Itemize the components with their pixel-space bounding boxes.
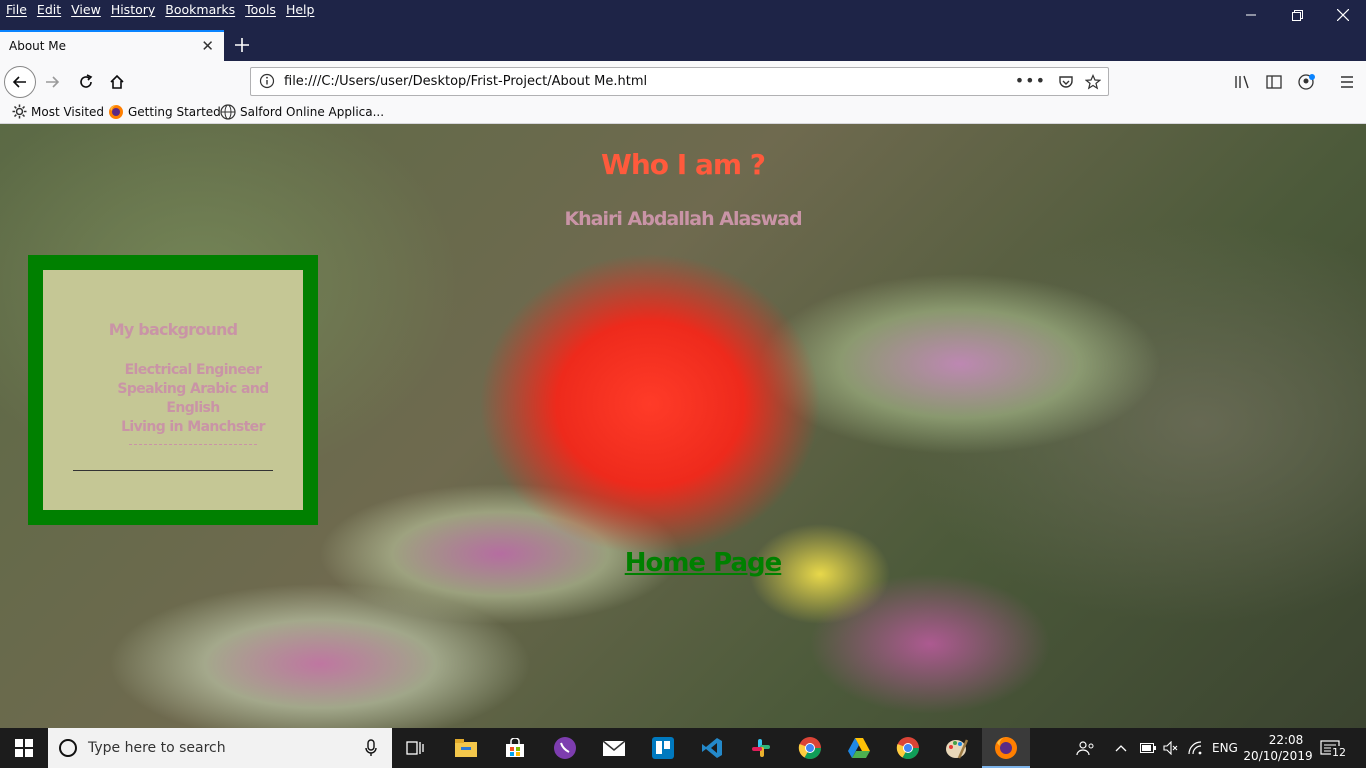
background-card: My background Electrical Engineer Speaki… — [28, 255, 318, 525]
store-icon[interactable] — [501, 734, 529, 762]
clock[interactable]: 22:08 20/10/2019 — [1243, 728, 1312, 768]
home-button[interactable] — [107, 72, 127, 92]
wifi-icon[interactable] — [1188, 728, 1204, 768]
bookmark-label: Getting Started — [128, 105, 221, 119]
info-icon[interactable] — [259, 73, 275, 89]
menu-list: File Edit View History Bookmarks Tools H… — [6, 2, 314, 17]
taskbar-search[interactable]: Type here to search — [48, 728, 392, 768]
tab-about-me[interactable]: About Me ✕ — [0, 30, 224, 61]
sidebar-icon[interactable] — [1266, 74, 1282, 90]
menu-bookmarks[interactable]: Bookmarks — [165, 2, 235, 17]
mail-icon[interactable] — [600, 734, 628, 762]
arrow-left-icon — [12, 76, 26, 88]
clock-time: 22:08 — [1268, 733, 1304, 747]
close-window-button[interactable] — [1320, 0, 1366, 30]
volume-muted-icon[interactable] — [1163, 728, 1179, 768]
arrow-right-icon — [46, 76, 60, 88]
vscode-icon[interactable] — [698, 734, 726, 762]
account-icon[interactable] — [1298, 73, 1316, 91]
notification-count: 12 — [1331, 746, 1347, 759]
minimize-icon — [1246, 14, 1256, 16]
bookmark-most-visited[interactable]: Most Visited — [12, 104, 104, 119]
url-text: file:///C:/Users/user/Desktop/Frist-Proj… — [284, 74, 648, 89]
trello-icon[interactable] — [649, 734, 677, 762]
globe-icon — [220, 104, 236, 120]
restore-icon — [1291, 9, 1303, 21]
author-name: Khairi Abdallah Alaswad — [564, 208, 802, 230]
windows-taskbar: Type here to search ENG 22:08 20/10/2019… — [0, 728, 1366, 768]
reload-icon — [80, 74, 93, 88]
start-button[interactable] — [0, 728, 48, 768]
bookmark-label: Salford Online Applica... — [240, 105, 385, 119]
card-line: Speaking Arabic and — [117, 381, 269, 397]
tab-bar: About Me ✕ — [0, 30, 1366, 61]
windows-icon — [15, 739, 33, 757]
tab-title: About Me — [9, 39, 67, 53]
slack-icon[interactable] — [747, 734, 775, 762]
restore-button[interactable] — [1274, 0, 1320, 30]
menubar: File Edit View History Bookmarks Tools H… — [0, 0, 1366, 30]
pocket-icon[interactable] — [1058, 74, 1074, 90]
home-page-link[interactable]: Home Page — [0, 548, 1366, 578]
gear-icon — [12, 104, 27, 119]
clock-date: 20/10/2019 — [1243, 749, 1313, 763]
new-tab-button[interactable] — [230, 32, 254, 58]
plus-icon — [235, 38, 249, 52]
menu-icon[interactable] — [1339, 74, 1355, 90]
search-placeholder: Type here to search — [88, 740, 226, 756]
reload-button[interactable] — [76, 72, 96, 92]
bookmark-salford[interactable]: Salford Online Applica... — [220, 104, 384, 120]
paint-icon[interactable] — [943, 734, 971, 762]
page-heading: Who I am ? — [600, 148, 766, 181]
chrome-icon[interactable] — [796, 734, 824, 762]
notifications-button[interactable]: 12 — [1320, 728, 1350, 768]
page-actions-icon[interactable]: ••• — [1015, 71, 1046, 90]
bookmark-label: Most Visited — [31, 104, 105, 119]
menu-help[interactable]: Help — [286, 2, 315, 17]
language-indicator[interactable]: ENG — [1212, 728, 1238, 768]
chrome-app-icon[interactable] — [894, 734, 922, 762]
firefox-icon — [109, 105, 123, 119]
address-bar[interactable]: file:///C:/Users/user/Desktop/Frist-Proj… — [250, 67, 1109, 96]
google-drive-icon[interactable] — [845, 734, 873, 762]
library-icon[interactable] — [1234, 74, 1250, 90]
page-content: Who I am ? Khairi Abdallah Alaswad My ba… — [0, 124, 1366, 728]
menu-view[interactable]: View — [71, 2, 101, 17]
menu-history[interactable]: History — [111, 2, 155, 17]
horizontal-rule — [73, 470, 273, 471]
firefox-taskbar-button[interactable] — [982, 728, 1030, 768]
card-line: Living in Manchster — [121, 419, 265, 435]
navigation-toolbar: file:///C:/Users/user/Desktop/Frist-Proj… — [0, 61, 1366, 101]
battery-icon[interactable] — [1140, 728, 1156, 768]
cortana-icon — [59, 739, 77, 757]
dashed-divider — [129, 444, 257, 445]
microphone-icon[interactable] — [364, 739, 378, 757]
minimize-button[interactable] — [1228, 0, 1274, 30]
viber-icon[interactable] — [551, 734, 579, 762]
card-line: Electrical Engineer — [124, 362, 262, 378]
chevron-up-icon[interactable] — [1115, 728, 1127, 768]
menu-file[interactable]: File — [6, 2, 27, 17]
close-icon — [1337, 9, 1349, 21]
bookmarks-toolbar: Most Visited Getting Started Salford Onl… — [0, 101, 1366, 124]
file-explorer-icon[interactable] — [452, 734, 480, 762]
people-icon[interactable] — [1076, 728, 1096, 768]
tab-close-icon[interactable]: ✕ — [201, 37, 214, 55]
home-icon — [110, 74, 124, 89]
back-button[interactable] — [4, 66, 36, 98]
menu-tools[interactable]: Tools — [245, 2, 276, 17]
firefox-icon — [995, 737, 1017, 759]
menu-edit[interactable]: Edit — [37, 2, 61, 17]
card-title: My background — [108, 320, 238, 339]
bookmark-getting-started[interactable]: Getting Started — [108, 104, 221, 120]
star-icon[interactable] — [1085, 74, 1101, 90]
card-line: English — [166, 400, 220, 416]
task-view-icon[interactable] — [402, 734, 430, 762]
forward-button[interactable] — [42, 72, 62, 92]
